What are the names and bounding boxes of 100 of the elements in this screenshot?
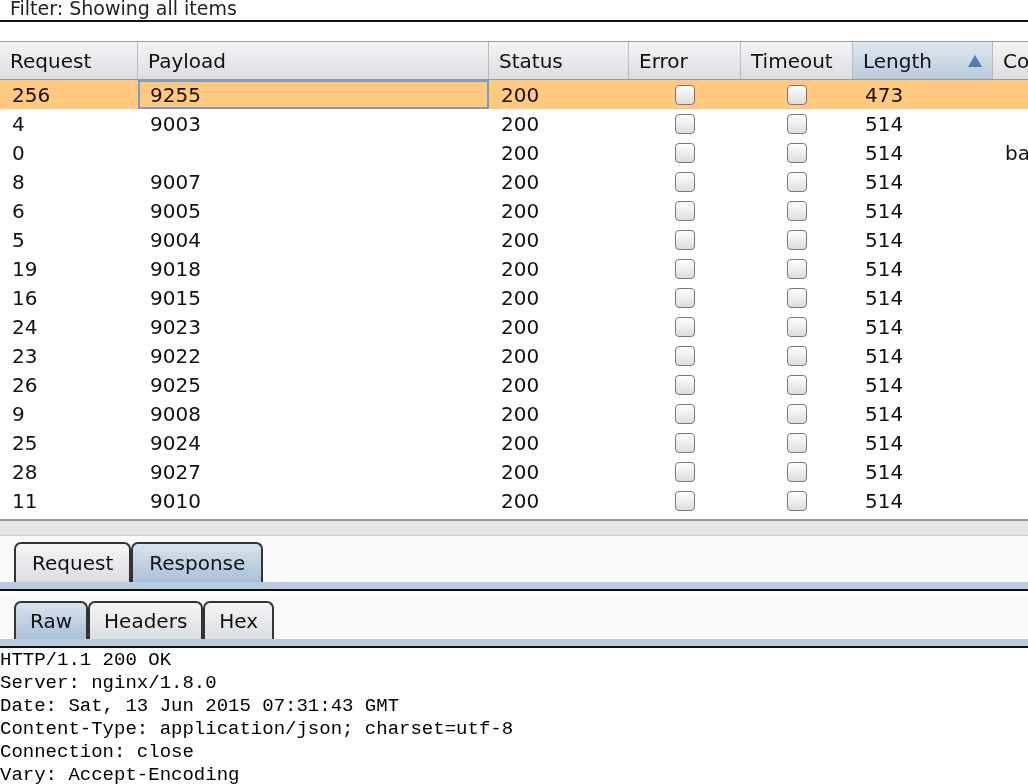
table-cell-text: 200 — [500, 197, 541, 225]
table-cell-text: 11 — [11, 487, 39, 515]
table-row[interactable]: 256 9255 200 473 — [0, 80, 1028, 109]
table-cell-text: 200 — [500, 168, 541, 196]
response-text-line: Connection: close — [0, 741, 195, 764]
tab[interactable]: Request — [14, 542, 132, 582]
response-text-line: HTTP/1.1 200 OK — [0, 649, 173, 672]
table-cell-text: ba — [1004, 139, 1028, 167]
table-cell-text: 9024 — [149, 429, 202, 457]
checkbox[interactable] — [787, 287, 807, 308]
checkbox[interactable] — [675, 84, 695, 105]
table-cell-text: 25 — [11, 429, 39, 457]
table-cell-text: 9023 — [149, 313, 202, 341]
checkbox[interactable] — [787, 374, 807, 395]
table-cell-text: 514 — [864, 313, 905, 341]
response-text-line: Vary: Accept-Encoding — [0, 764, 241, 784]
checkbox[interactable] — [675, 490, 695, 511]
checkbox[interactable] — [787, 200, 807, 221]
table-cell-text: 9018 — [149, 255, 202, 283]
column-header[interactable]: Error — [629, 42, 741, 79]
column-header[interactable]: Request — [0, 42, 138, 79]
table-cell-text: 514 — [864, 226, 905, 254]
response-text-line: Date: Sat, 13 Jun 2015 07:31:43 GMT — [0, 695, 401, 718]
table-cell-text: 514 — [864, 255, 905, 283]
table-cell-text: 514 — [864, 400, 905, 428]
checkbox[interactable] — [787, 403, 807, 424]
checkbox[interactable] — [675, 171, 695, 192]
table-cell-text: 5 — [11, 226, 26, 254]
table-cell-text: 514 — [864, 371, 905, 399]
table-cell-text: 9 — [11, 400, 26, 428]
checkbox[interactable] — [675, 316, 695, 337]
table-cell-text: 9025 — [149, 371, 202, 399]
table-cell-text: 200 — [500, 284, 541, 312]
checkbox[interactable] — [675, 142, 695, 163]
checkbox[interactable] — [675, 461, 695, 482]
checkbox[interactable] — [675, 287, 695, 308]
checkbox[interactable] — [787, 113, 807, 134]
table-cell-text: 200 — [500, 342, 541, 370]
checkbox[interactable] — [675, 403, 695, 424]
checkbox[interactable] — [787, 345, 807, 366]
column-header[interactable]: Length — [853, 42, 993, 79]
checkbox[interactable] — [787, 258, 807, 279]
table-cell-text: 9010 — [149, 487, 202, 515]
checkbox[interactable] — [787, 490, 807, 511]
table-cell-text: 514 — [864, 197, 905, 225]
table-cell-text: 200 — [500, 429, 541, 457]
tab[interactable]: Hex — [203, 601, 275, 639]
table-cell-text: 256 — [11, 81, 52, 109]
table-cell-text: 9022 — [149, 342, 202, 370]
table-cell-text: 514 — [864, 458, 905, 486]
sort-ascending-icon — [968, 54, 982, 67]
column-header[interactable]: Co — [993, 42, 1028, 79]
checkbox[interactable] — [787, 84, 807, 105]
table-cell-text: 473 — [864, 81, 905, 109]
table-cell-text: 8 — [11, 168, 26, 196]
checkbox[interactable] — [787, 142, 807, 163]
tab[interactable]: Response — [131, 542, 264, 582]
checkbox[interactable] — [787, 229, 807, 250]
table-cell-text: 9005 — [149, 197, 202, 225]
tab[interactable]: Headers — [88, 601, 204, 639]
table-cell-text: 200 — [500, 487, 541, 515]
checkbox[interactable] — [787, 461, 807, 482]
checkbox[interactable] — [787, 171, 807, 192]
table-cell-text: 26 — [11, 371, 39, 399]
table-cell-text: 9007 — [149, 168, 202, 196]
table-cell-text: 514 — [864, 429, 905, 457]
checkbox[interactable] — [675, 113, 695, 134]
column-header[interactable]: Status — [489, 42, 629, 79]
checkbox[interactable] — [675, 258, 695, 279]
table-cell-text: 9008 — [149, 400, 202, 428]
table-cell-text: 200 — [500, 371, 541, 399]
table-cell-text: 19 — [11, 255, 39, 283]
table-cell-text: 9003 — [149, 110, 202, 138]
table-cell-text: 200 — [500, 400, 541, 428]
checkbox[interactable] — [675, 374, 695, 395]
table-cell-text: 200 — [500, 226, 541, 254]
table-cell: 9255 — [138, 80, 489, 109]
table-cell-text: 9015 — [149, 284, 202, 312]
table-cell-text: 16 — [11, 284, 39, 312]
table-cell-text: 0 — [11, 139, 26, 167]
response-text-line: Server: nginx/1.8.0 — [0, 672, 218, 695]
checkbox[interactable] — [787, 316, 807, 337]
table-cell-text: 4 — [11, 110, 26, 138]
table-cell-text: 9027 — [149, 458, 202, 486]
checkbox[interactable] — [675, 432, 695, 453]
column-header[interactable]: Timeout — [741, 42, 853, 79]
checkbox[interactable] — [675, 229, 695, 250]
table-cell-text: 24 — [11, 313, 39, 341]
filter-status-text: Filter: Showing all items — [10, 0, 237, 18]
table-cell-text: 514 — [864, 110, 905, 138]
table-cell-text: 514 — [864, 168, 905, 196]
column-header[interactable]: Payload — [138, 42, 489, 79]
checkbox[interactable] — [675, 345, 695, 366]
checkbox[interactable] — [675, 200, 695, 221]
checkbox[interactable] — [787, 432, 807, 453]
tab[interactable]: Raw — [14, 601, 89, 639]
table-cell-text: 200 — [500, 139, 541, 167]
table-cell-text: 9004 — [149, 226, 202, 254]
table-cell-text: 28 — [11, 458, 39, 486]
table-cell-text: 514 — [864, 284, 905, 312]
